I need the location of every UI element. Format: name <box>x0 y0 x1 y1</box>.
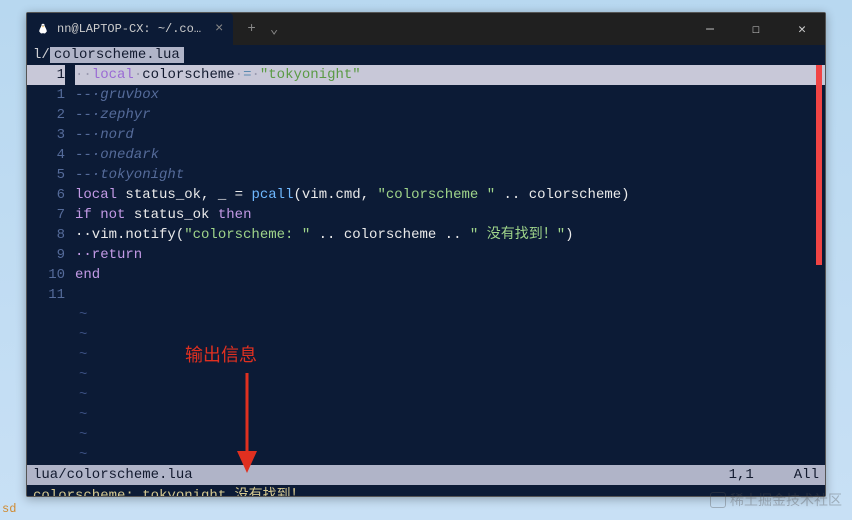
code-area[interactable]: 1 1 2 3 4 5 6 7 8 9 10 11 ··local·colors… <box>27 65 825 465</box>
empty-line-tilde: ~ <box>75 445 825 465</box>
minimize-button[interactable]: ─ <box>687 13 733 45</box>
empty-line-tilde: ~ <box>75 345 825 365</box>
line-number: 2 <box>27 105 65 125</box>
scrollbar-marker <box>816 65 822 265</box>
watermark-icon <box>710 492 726 508</box>
code-line: ··vim.notify("colorscheme: " .. colorsch… <box>75 225 825 245</box>
code-line: --·gruvbox <box>75 85 825 105</box>
tab-close-button[interactable]: × <box>215 21 223 37</box>
new-tab-button[interactable]: + <box>247 21 255 37</box>
status-position: 1,1 <box>729 465 754 485</box>
status-bar: lua/colorscheme.lua 1,1 All <box>27 465 825 485</box>
tab-dropdown-button[interactable]: ⌄ <box>270 21 278 38</box>
close-button[interactable]: ✕ <box>779 13 825 45</box>
buffer-name: colorscheme.lua <box>50 47 184 63</box>
code-line: --·onedark <box>75 145 825 165</box>
line-number: 10 <box>27 265 65 285</box>
code-line: --·zephyr <box>75 105 825 125</box>
code-line: if not status_ok then <box>75 205 825 225</box>
terminal-window: nn@LAPTOP-CX: ~/.config/nvim × + ⌄ ─ ☐ ✕… <box>26 12 826 497</box>
code-line: --·nord <box>75 125 825 145</box>
status-file: lua/colorscheme.lua <box>33 465 729 485</box>
tab-actions: + ⌄ <box>233 21 278 38</box>
empty-line-tilde: ~ <box>75 365 825 385</box>
code-line: end <box>75 265 825 285</box>
empty-line-tilde: ~ <box>75 425 825 445</box>
code-line-empty <box>75 285 825 305</box>
line-number: 1 <box>27 85 65 105</box>
line-number-current: 1 <box>27 65 65 85</box>
maximize-button[interactable]: ☐ <box>733 13 779 45</box>
terminal-tab[interactable]: nn@LAPTOP-CX: ~/.config/nvim × <box>27 13 233 45</box>
line-number-gutter: 1 1 2 3 4 5 6 7 8 9 10 11 <box>27 65 75 465</box>
code-line: ··return <box>75 245 825 265</box>
line-number: 8 <box>27 225 65 245</box>
message-bar: colorscheme: tokyonight 没有找到！ <box>27 485 825 496</box>
empty-line-tilde: ~ <box>75 385 825 405</box>
editor: l/colorscheme.lua 1 1 2 3 4 5 6 7 8 9 10… <box>27 45 825 496</box>
code-content[interactable]: ··local·colorscheme·=·"tokyonight" --·gr… <box>75 65 825 465</box>
buffer-path-prefix: l/ <box>33 47 50 63</box>
code-line: --·tokyonight <box>75 165 825 185</box>
buffer-header: l/colorscheme.lua <box>27 45 825 65</box>
code-line: local status_ok, _ = pcall(vim.cmd, "col… <box>75 185 825 205</box>
tux-icon <box>37 23 49 35</box>
watermark: 稀土掘金技术社区 <box>710 490 842 510</box>
line-number: 6 <box>27 185 65 205</box>
line-number: 9 <box>27 245 65 265</box>
line-number: 11 <box>27 285 65 305</box>
line-number: 4 <box>27 145 65 165</box>
line-number: 7 <box>27 205 65 225</box>
tab-title: nn@LAPTOP-CX: ~/.config/nvim <box>57 22 207 36</box>
titlebar: nn@LAPTOP-CX: ~/.config/nvim × + ⌄ ─ ☐ ✕ <box>27 13 825 45</box>
watermark-text: 稀土掘金技术社区 <box>730 490 842 510</box>
window-controls: ─ ☐ ✕ <box>687 13 825 45</box>
corner-text: sd <box>2 502 16 516</box>
empty-line-tilde: ~ <box>75 305 825 325</box>
empty-line-tilde: ~ <box>75 325 825 345</box>
status-scroll: All <box>794 465 819 485</box>
empty-line-tilde: ~ <box>75 405 825 425</box>
code-line: ··local·colorscheme·=·"tokyonight" <box>75 65 825 85</box>
line-number: 3 <box>27 125 65 145</box>
line-number: 5 <box>27 165 65 185</box>
